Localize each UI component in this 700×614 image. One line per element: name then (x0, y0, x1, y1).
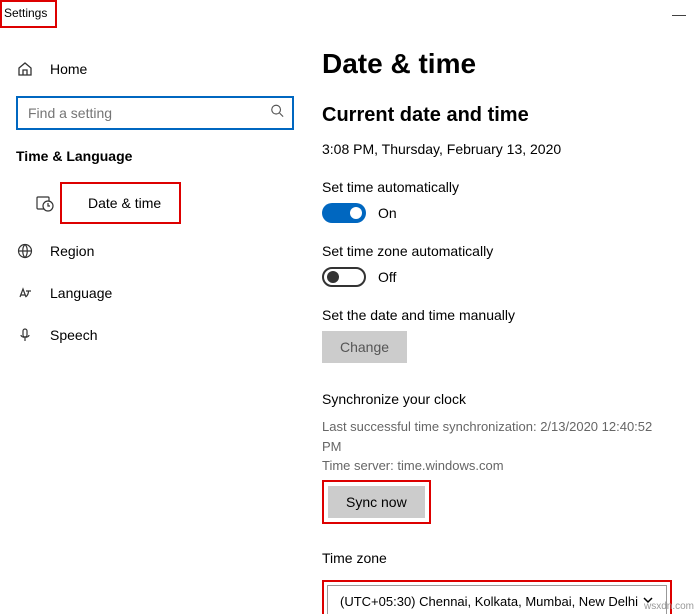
current-datetime: 3:08 PM, Thursday, February 13, 2020 (322, 141, 670, 157)
sidebar-item-speech[interactable]: Speech (0, 314, 310, 356)
watermark: wsxdn.com (644, 601, 694, 612)
window-title: Settings (4, 6, 47, 20)
toggle-set-time-auto[interactable] (322, 203, 366, 223)
sync-server: Time server: time.windows.com (322, 456, 670, 476)
sidebar-item-label: Date & time (88, 195, 161, 211)
sync-heading: Synchronize your clock (322, 391, 670, 407)
clock-icon (44, 194, 62, 212)
timezone-dropdown[interactable]: (UTC+05:30) Chennai, Kolkata, Mumbai, Ne… (327, 585, 667, 614)
minimize-button[interactable]: — (672, 6, 686, 22)
sidebar-item-language[interactable]: Language (0, 272, 310, 314)
toggle-state: Off (378, 269, 396, 285)
change-button: Change (322, 331, 407, 363)
sidebar-item-label: Region (50, 243, 94, 259)
timezone-value: (UTC+05:30) Chennai, Kolkata, Mumbai, Ne… (340, 594, 638, 609)
manual-label: Set the date and time manually (322, 307, 670, 323)
sync-last: Last successful time synchronization: 2/… (322, 417, 670, 456)
toggle-state: On (378, 205, 397, 221)
set-tz-auto-label: Set time zone automatically (322, 243, 670, 259)
tz-heading: Time zone (322, 550, 670, 566)
page-title: Date & time (322, 48, 670, 80)
language-icon (16, 284, 34, 302)
toggle-set-tz-auto[interactable] (322, 267, 366, 287)
sidebar-item-label: Language (50, 285, 112, 301)
sidebar-item-label: Speech (50, 327, 97, 343)
nav-home-label: Home (50, 61, 87, 77)
home-icon (16, 60, 34, 78)
mic-icon (16, 326, 34, 344)
sidebar-item-date-time[interactable]: Date & time (60, 182, 181, 224)
sync-now-button[interactable]: Sync now (328, 486, 425, 518)
sidebar-item-region[interactable]: Region (0, 230, 310, 272)
set-time-auto-label: Set time automatically (322, 179, 670, 195)
search-input[interactable] (16, 96, 294, 130)
section-current: Current date and time (322, 104, 670, 127)
search-icon (270, 104, 284, 123)
category-heading: Time & Language (0, 148, 310, 176)
nav-home[interactable]: Home (0, 50, 310, 88)
globe-icon (16, 242, 34, 260)
